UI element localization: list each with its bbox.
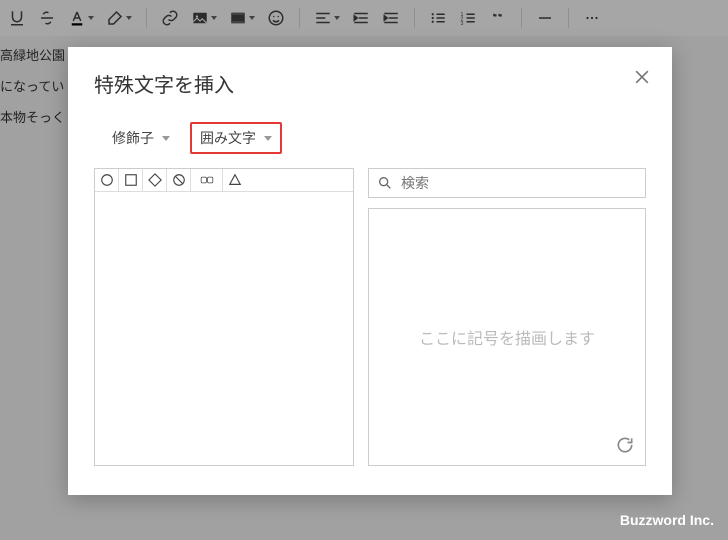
watermark: Buzzword Inc.: [620, 512, 714, 528]
search-box[interactable]: [368, 168, 646, 198]
char-keycap[interactable]: [191, 169, 223, 191]
dialog-panels: ここに記号を描画します: [94, 168, 646, 466]
char-square[interactable]: [119, 169, 143, 191]
chevron-down-icon: [162, 136, 170, 141]
right-panel: ここに記号を描画します: [368, 168, 646, 466]
subcategory-dropdown[interactable]: 囲み文字: [190, 122, 282, 154]
close-button[interactable]: [632, 67, 652, 87]
char-prohibit[interactable]: [167, 169, 191, 191]
category-dropdown[interactable]: 修飾子: [104, 122, 178, 154]
reset-icon: [615, 435, 635, 455]
char-circle[interactable]: [95, 169, 119, 191]
chevron-down-icon: [264, 136, 272, 141]
search-icon: [377, 175, 393, 191]
char-diamond[interactable]: [143, 169, 167, 191]
char-triangle[interactable]: [223, 169, 247, 191]
close-icon: [632, 67, 652, 87]
draw-area[interactable]: ここに記号を描画します: [368, 208, 646, 466]
draw-hint: ここに記号を描画します: [419, 325, 595, 349]
char-row: [95, 169, 353, 192]
dialog-title: 特殊文字を挿入: [94, 69, 646, 98]
special-characters-dialog: 特殊文字を挿入 修飾子 囲み文字: [68, 47, 672, 495]
dropdown-row: 修飾子 囲み文字: [94, 122, 646, 154]
character-grid: [94, 168, 354, 466]
category-label: 修飾子: [112, 128, 154, 148]
subcategory-label: 囲み文字: [200, 128, 256, 148]
search-input[interactable]: [401, 175, 637, 191]
reset-button[interactable]: [615, 435, 635, 455]
